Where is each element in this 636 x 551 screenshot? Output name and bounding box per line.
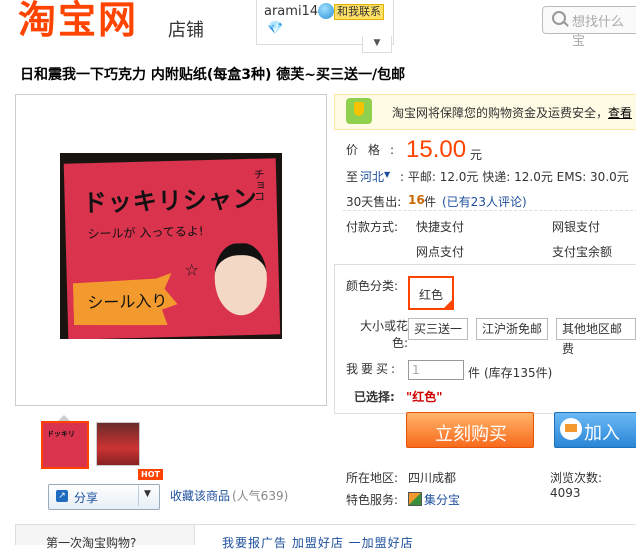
face-illustration [213,242,268,316]
add-to-cart-label: 加入购 [584,423,620,470]
service-link[interactable]: 集分宝 [424,491,460,508]
stock-count: (库存135件) [484,366,553,380]
view-count: 浏览次数: 4093 [550,471,603,500]
payment-method: 支付宝余额 [552,245,613,259]
seller-name[interactable]: arami14 [264,4,318,19]
color-label: 颜色分类: [346,279,399,293]
color-option-red[interactable]: 红色 [408,276,454,310]
sold-count: 16 [408,193,425,207]
service-label: 特色服务: [346,493,399,507]
buy-now-button[interactable]: 立刻购买 [406,412,534,448]
sold-unit: 件 [424,195,437,209]
ship-region-select[interactable]: 河北 [360,168,384,185]
image-text-side: チョコ [251,168,266,202]
product-photo[interactable]: ドッキリシャン シールが 入ってるよ! チョコ シール入り ☆ [60,153,282,339]
star-doodle: ☆ [184,260,200,280]
product-title: 日和震我一下巧克力 内附贴纸(每盒3种) 德芙~买三送一/包邮 [20,67,406,83]
selected-value: "红色" [406,390,443,404]
security-link[interactable]: 查看 [608,104,632,121]
payment-method: 快捷支付 [416,220,465,234]
shipping-fees: : 平邮: 12.0元 快递: 12.0元 EMS: 30.0元 [400,170,629,184]
size-label: 大小或花色: [359,319,408,350]
divider [343,210,636,212]
price-value: 15.00 [406,136,467,163]
payment-method: 网银支付 [552,220,601,234]
cart-icon [560,418,582,440]
search-icon [552,11,566,25]
share-icon: ↗ [56,490,68,502]
size-option[interactable]: 其他地区邮费 [556,318,636,356]
chevron-down-icon[interactable]: ▼ [384,170,390,179]
chocolate-box-image: ドッキリシャン シールが 入ってるよ! チョコ シール入り ☆ [63,158,281,339]
taobao-logo[interactable]: 淘宝网 [18,0,138,42]
shield-icon [346,98,372,124]
security-text: 淘宝网将保障您的购物资金及运费安全， [392,106,609,120]
quantity-input[interactable]: 1 [408,360,464,380]
share-divider [138,486,139,506]
payment-method: 网点支付 [416,245,465,259]
size-option[interactable]: 江沪浙免邮 [476,318,549,340]
image-text-title: ドッキリシャン [82,184,259,218]
price-unit: 元 [470,148,483,162]
sold-label: 30天售出: [346,195,402,209]
price-label: 价格: [346,143,405,157]
search-placeholder: 想找什么宝 [572,15,625,49]
reviews-link[interactable]: (已有23人评论) [442,193,527,210]
bottom-links[interactable]: 我要报广告 加盟好店 一加盟好店 [222,534,414,551]
thumbnail-2[interactable] [96,422,140,466]
color-option-label: 红色 [419,288,444,302]
favorite-link[interactable]: 收藏该商品 [170,487,230,504]
payment-label: 付款方式: [346,220,399,234]
size-option[interactable]: 买三送一 [408,318,469,340]
contact-seller-button[interactable]: 和我联系 [334,4,384,20]
buy-now-label: 立刻购买 [435,424,507,445]
diamond-rank-icon: 💎 [267,21,284,36]
share-label: 分享 [74,491,99,505]
thumbnail-1[interactable]: ドッキリ [41,421,89,469]
selected-label: 已选择: [354,390,395,404]
location-label: 所在地区: [346,471,399,485]
thumbnail-1-text: ドッキリ [47,430,75,438]
location-value: 四川成都 [408,471,457,485]
chevron-down-icon[interactable]: ▼ [144,489,151,499]
popularity-count: (人气639) [232,489,289,503]
image-text-subtitle: シールが 入ってるよ! [87,224,204,242]
jifenbao-icon [408,492,422,506]
quantity-label: 我要买: [346,362,399,376]
bottom-tab-label: 第一次淘宝购物? [46,536,137,550]
hot-badge: HOT [138,469,163,480]
seller-dropdown-toggle[interactable]: ▼ [362,36,392,53]
quantity-unit: 件 [468,366,481,380]
ship-to-label: 至 [346,170,359,184]
logo-subtitle: 店铺 [168,20,204,41]
wangwang-icon[interactable] [318,3,334,19]
image-text-burst: シール入り [87,291,168,313]
